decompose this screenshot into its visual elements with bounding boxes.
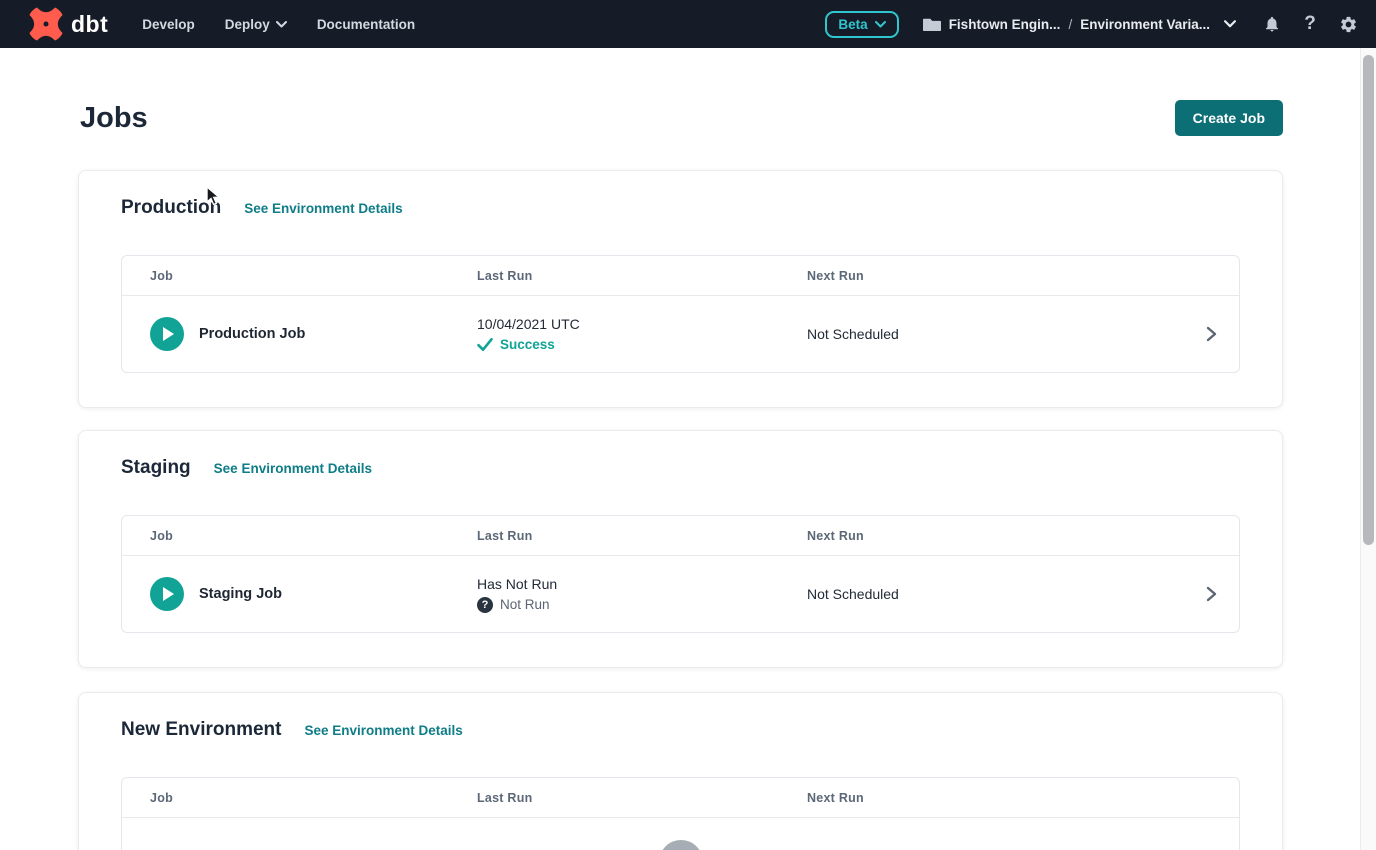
nav-item-develop[interactable]: Develop <box>142 17 195 32</box>
table-header-row: Job Last Run Next Run <box>122 778 1239 818</box>
play-job-button[interactable] <box>150 317 184 351</box>
nav-menu: Develop Deploy Documentation <box>142 17 415 32</box>
create-job-button[interactable]: Create Job <box>1175 100 1283 136</box>
scrollbar-thumb[interactable] <box>1363 55 1374 545</box>
job-name: Production Job <box>199 326 305 342</box>
play-icon <box>161 327 175 341</box>
page-header: Jobs Create Job <box>80 100 1283 136</box>
column-header-last-run: Last Run <box>477 791 807 805</box>
jobs-table: Job Last Run Next Run Staging Job Has No… <box>121 515 1240 633</box>
column-header-next-run: Next Run <box>807 269 1179 283</box>
breadcrumb-page[interactable]: Environment Varia... <box>1080 17 1210 32</box>
job-name: Staging Job <box>199 586 282 602</box>
breadcrumb-project[interactable]: Fishtown Engin... <box>949 17 1061 32</box>
play-job-button[interactable] <box>150 577 184 611</box>
breadcrumb-separator: / <box>1068 17 1072 32</box>
environment-name: Production <box>121 197 221 219</box>
environment-card-production: Production See Environment Details Job L… <box>78 170 1283 408</box>
jobs-table: Job Last Run Next Run ? <box>121 777 1240 850</box>
chevron-down-icon <box>1224 20 1236 28</box>
next-run-value: Not Scheduled <box>807 326 1179 342</box>
chevron-right-icon[interactable] <box>1203 325 1219 343</box>
nav-icon-group: ? <box>1262 14 1358 34</box>
environment-card-new-environment: New Environment See Environment Details … <box>78 692 1283 850</box>
see-environment-details-link[interactable]: See Environment Details <box>214 461 372 476</box>
breadcrumb[interactable]: Fishtown Engin... / Environment Varia... <box>923 17 1236 32</box>
last-run-date: 10/04/2021 UTC <box>477 316 807 332</box>
last-run-date: Has Not Run <box>477 576 807 592</box>
empty-state-question-icon: ? <box>659 840 703 850</box>
column-header-job: Job <box>150 269 477 283</box>
question-badge-icon: ? <box>477 597 493 613</box>
column-header-last-run: Last Run <box>477 529 807 543</box>
nav-item-deploy[interactable]: Deploy <box>225 17 287 32</box>
environment-name: New Environment <box>121 719 281 741</box>
beta-dropdown-button[interactable]: Beta <box>825 11 898 38</box>
jobs-table: Job Last Run Next Run Production Job 10/… <box>121 255 1240 373</box>
column-header-next-run: Next Run <box>807 791 1179 805</box>
main-content: Jobs Create Job Production See Environme… <box>0 48 1360 850</box>
chevron-right-icon[interactable] <box>1203 585 1219 603</box>
status-badge: ? Not Run <box>477 597 807 613</box>
check-icon <box>477 338 493 351</box>
notifications-bell-icon[interactable] <box>1262 14 1282 34</box>
page-title: Jobs <box>80 102 148 135</box>
status-badge: Success <box>477 337 807 352</box>
column-header-next-run: Next Run <box>807 529 1179 543</box>
see-environment-details-link[interactable]: See Environment Details <box>304 723 462 738</box>
empty-state: ? <box>122 818 1239 850</box>
column-header-job: Job <box>150 529 477 543</box>
environment-name: Staging <box>121 457 191 479</box>
dbt-logo-text: dbt <box>71 11 108 38</box>
column-header-job: Job <box>150 791 477 805</box>
dbt-logo[interactable]: dbt <box>28 6 108 42</box>
top-navbar: dbt Develop Deploy Documentation Beta Fi… <box>0 0 1376 48</box>
table-row-staging-job[interactable]: Staging Job Has Not Run ? Not Run Not Sc… <box>122 556 1239 632</box>
gear-icon[interactable] <box>1338 14 1358 34</box>
dbt-logo-icon <box>28 6 64 42</box>
next-run-value: Not Scheduled <box>807 586 1179 602</box>
folder-icon <box>923 17 941 32</box>
table-header-row: Job Last Run Next Run <box>122 256 1239 296</box>
table-header-row: Job Last Run Next Run <box>122 516 1239 556</box>
nav-item-documentation[interactable]: Documentation <box>317 17 415 32</box>
help-icon[interactable]: ? <box>1300 14 1320 34</box>
scrollbar-track[interactable] <box>1360 48 1376 850</box>
column-header-last-run: Last Run <box>477 269 807 283</box>
chevron-down-icon <box>276 21 287 28</box>
table-row-production-job[interactable]: Production Job 10/04/2021 UTC Success No… <box>122 296 1239 372</box>
environment-card-staging: Staging See Environment Details Job Last… <box>78 430 1283 668</box>
see-environment-details-link[interactable]: See Environment Details <box>244 201 402 216</box>
chevron-down-icon <box>875 21 886 28</box>
play-icon <box>161 587 175 601</box>
